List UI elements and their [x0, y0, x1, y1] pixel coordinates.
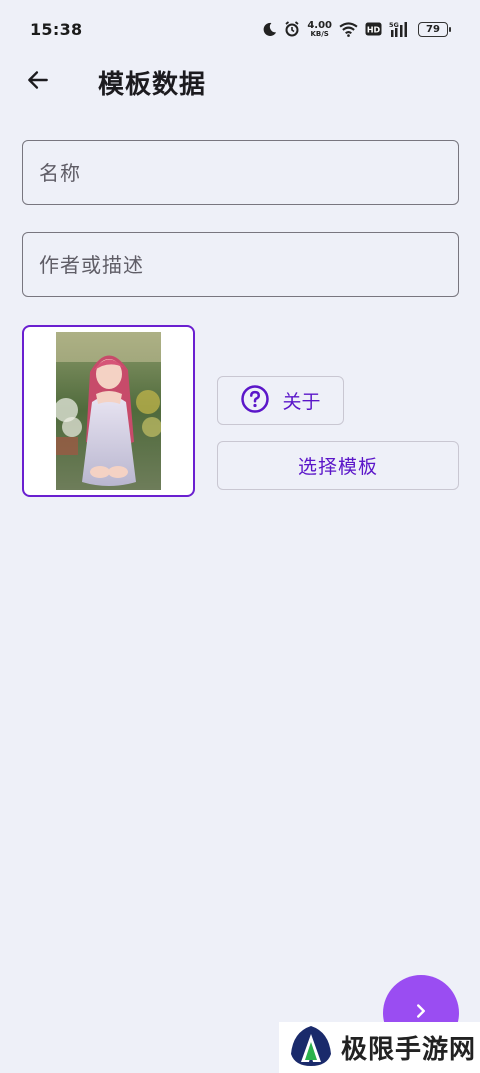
choose-template-label: 选择模板 — [297, 456, 378, 478]
net-speed-unit: KB/S — [310, 29, 329, 38]
template-preview-image — [56, 332, 161, 490]
page-title: 模板数据 — [98, 70, 207, 100]
about-button[interactable]: 关于 — [217, 376, 344, 425]
watermark: 极限手游网 — [279, 1022, 480, 1073]
status-bar: 15:38 4.00 KB/S HD 5G 79 — [0, 0, 480, 58]
battery-icon: 79 — [418, 21, 451, 37]
moon-icon — [262, 22, 277, 37]
net-speed: 4.00 KB/S — [307, 19, 332, 38]
signal-icon: 5G — [389, 21, 411, 37]
name-field[interactable] — [22, 140, 459, 205]
watermark-logo-icon — [289, 1024, 333, 1072]
app-bar: 模板数据 — [0, 58, 480, 106]
status-time: 15:38 — [30, 19, 83, 39]
about-label: 关于 — [282, 391, 321, 413]
watermark-text: 极限手游网 — [341, 1035, 477, 1065]
status-icons: 4.00 KB/S HD 5G 79 — [262, 19, 451, 38]
back-button[interactable] — [22, 66, 54, 98]
hd-icon: HD — [365, 22, 382, 36]
arrow-back-icon — [25, 67, 51, 97]
author-description-input[interactable] — [39, 252, 442, 277]
author-description-field[interactable] — [22, 232, 459, 297]
help-circle-icon — [240, 384, 270, 418]
template-image-card[interactable] — [22, 325, 195, 497]
choose-template-button[interactable]: 选择模板 — [217, 441, 459, 490]
svg-text:HD: HD — [367, 26, 381, 35]
battery-level: 79 — [426, 23, 440, 35]
svg-text:5G: 5G — [389, 21, 399, 29]
name-input[interactable] — [39, 160, 442, 185]
net-speed-value: 4.00 — [307, 19, 332, 31]
alarm-icon — [284, 21, 300, 37]
wifi-icon — [339, 21, 358, 37]
